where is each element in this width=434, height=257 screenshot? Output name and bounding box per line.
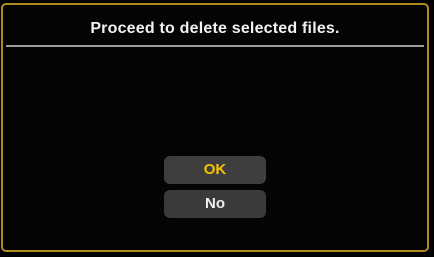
confirm-delete-screen: Proceed to delete selected files. OK No <box>0 0 434 257</box>
no-button[interactable]: No <box>164 190 266 218</box>
dialog-title: Proceed to delete selected files. <box>90 20 340 37</box>
ok-button[interactable]: OK <box>164 156 266 184</box>
title-divider <box>6 45 424 47</box>
